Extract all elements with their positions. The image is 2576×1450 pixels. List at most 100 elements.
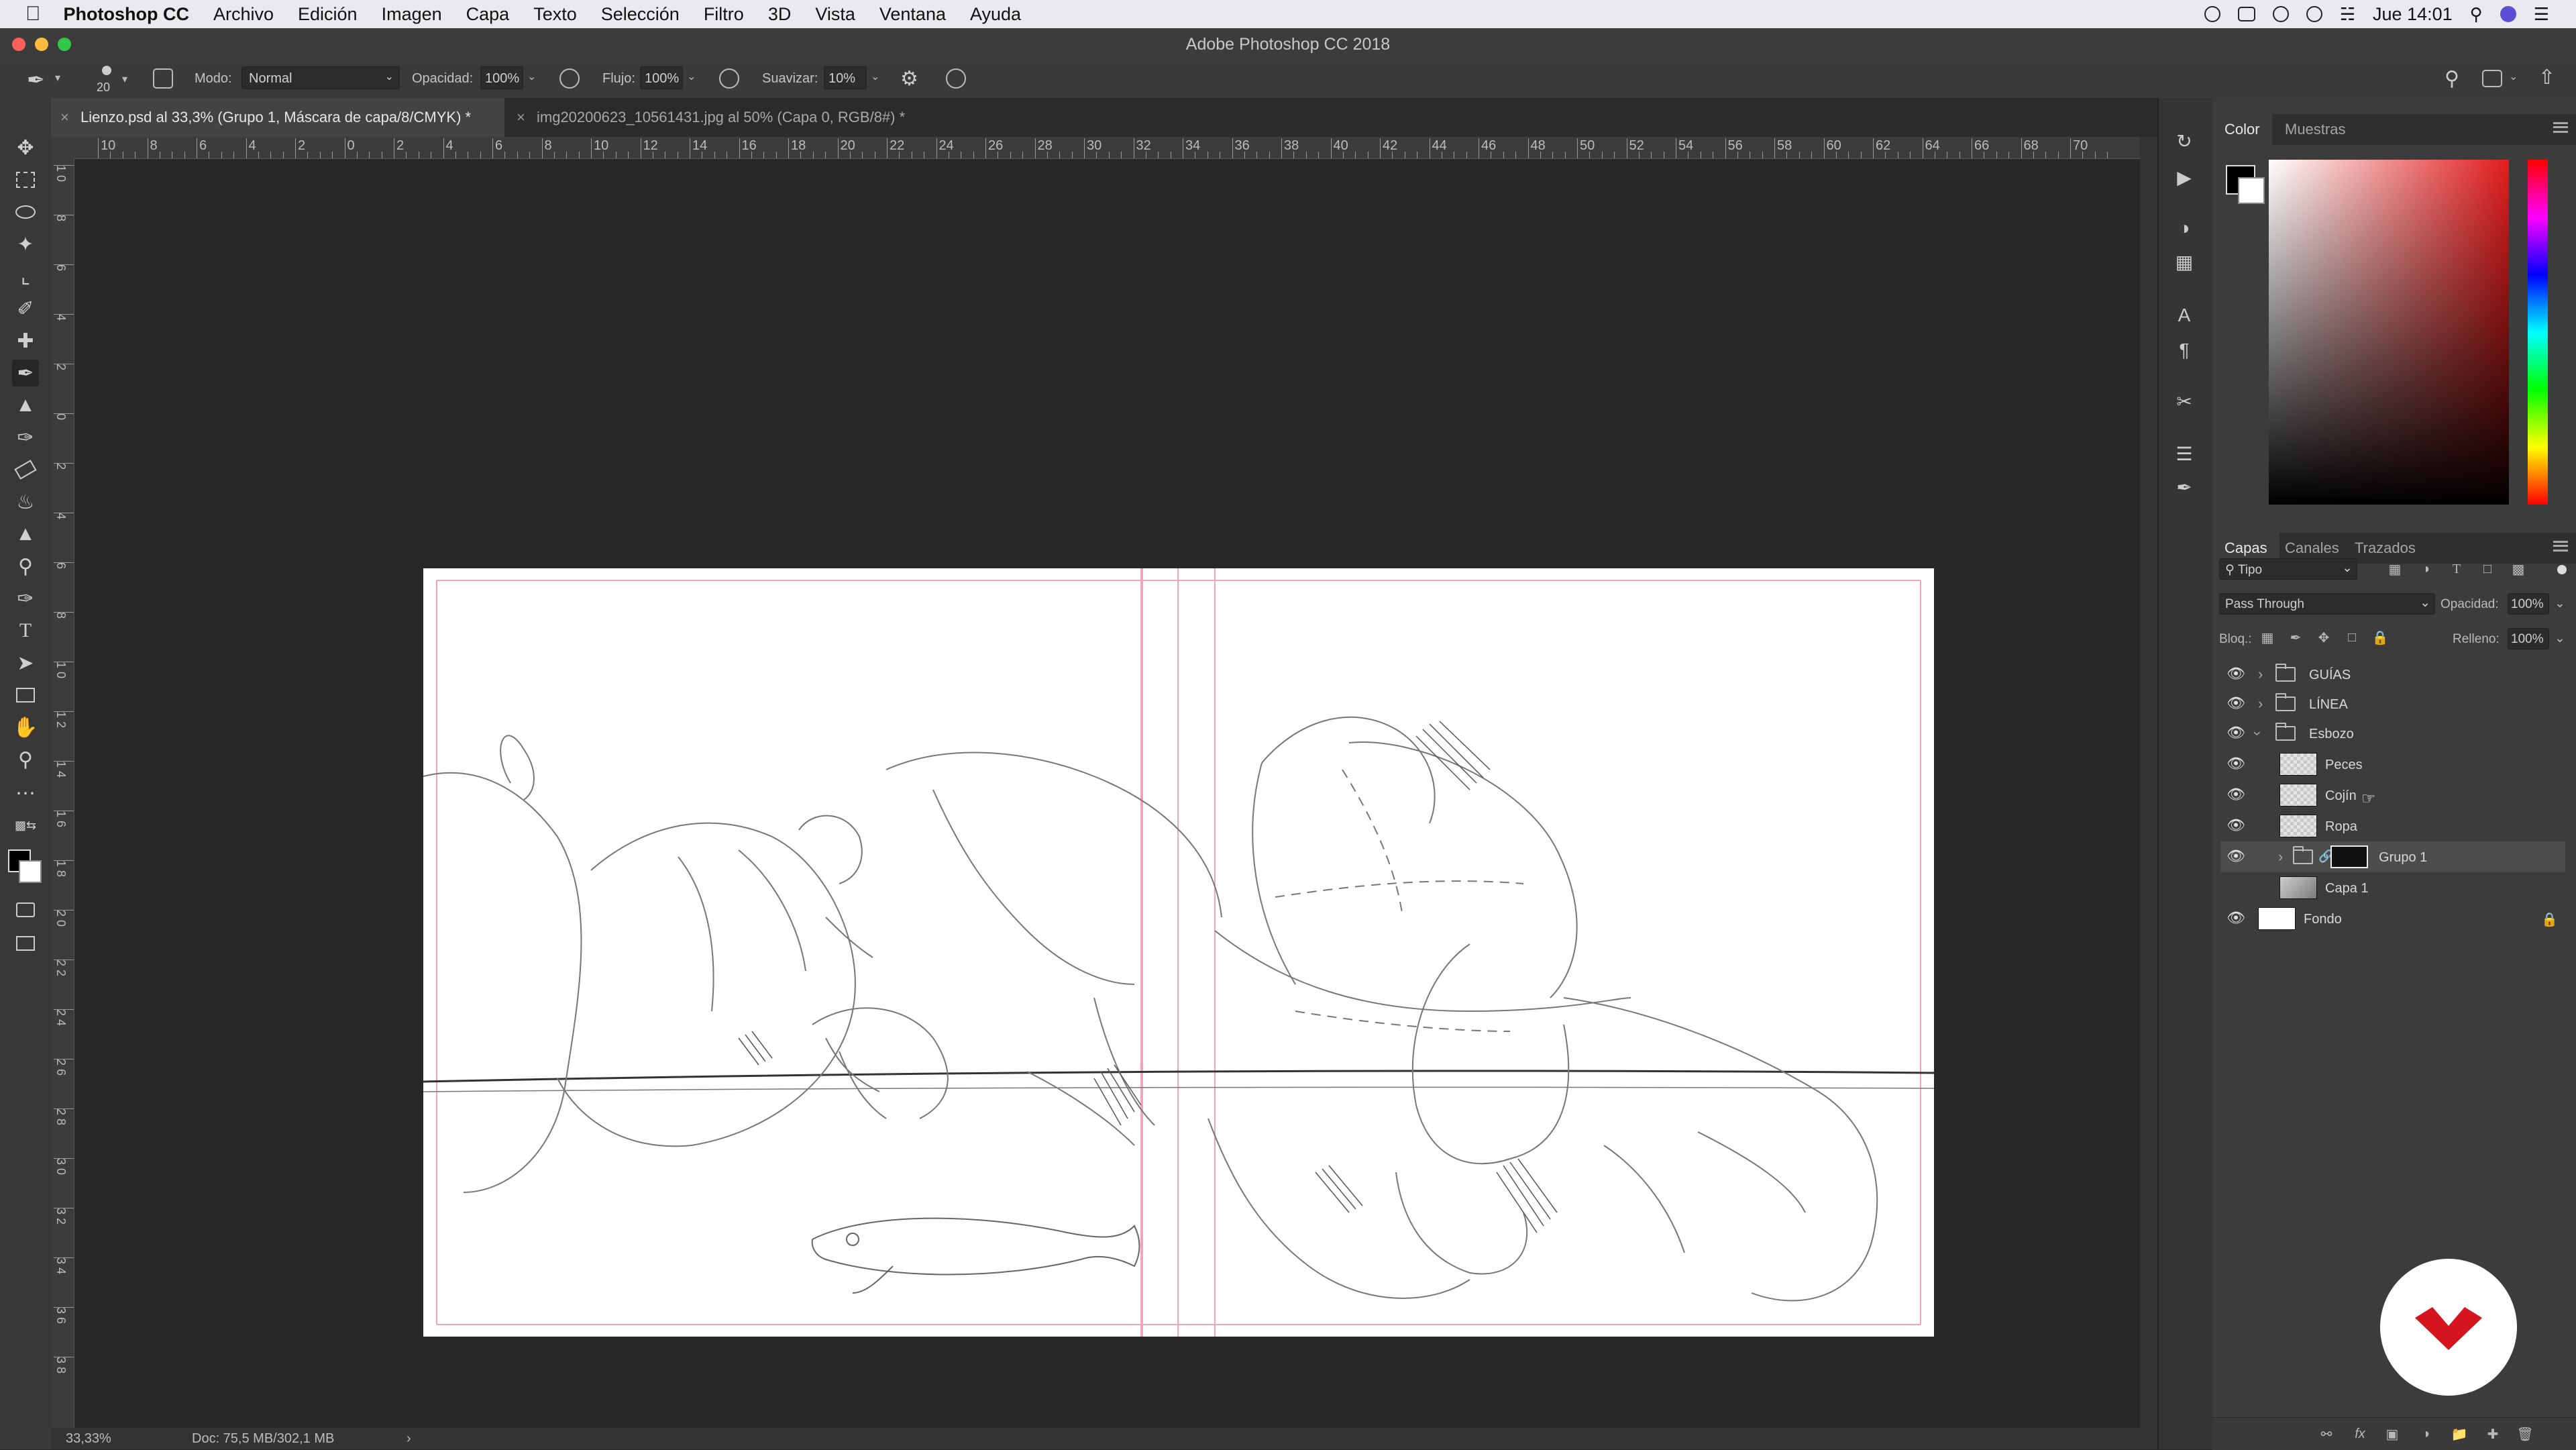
layer-row-fondo[interactable]: 👁 Fondo 🔒 — [2220, 903, 2565, 934]
brush-settings-toggle-icon[interactable] — [153, 68, 173, 89]
menu-capa[interactable]: Capa — [466, 4, 510, 25]
tab-lienzo[interactable]: × Lienzo.psd al 33,3% (Grupo 1, Máscara … — [51, 98, 504, 137]
visibility-eye-icon[interactable]: 👁 — [2226, 755, 2245, 772]
horizontal-ruler[interactable]: 10 8 6 4 2 0 2 4 6 8 10 12 14 16 18 20 22 24 26 28 30 32 34 36 3… — [74, 137, 2140, 159]
properties-icon[interactable]: ▦ — [2172, 250, 2196, 274]
expand-chevron-icon[interactable]: › — [2278, 848, 2283, 866]
layer-row-grupo-1[interactable]: 👁 › 🔗 Grupo 1 — [2220, 841, 2565, 872]
link-layers-icon[interactable]: ⚯ — [2318, 1426, 2334, 1442]
blur-tool-icon[interactable]: ▲ — [12, 521, 39, 548]
close-tab-icon[interactable]: × — [60, 98, 69, 137]
lasso-tool-icon[interactable] — [12, 199, 39, 225]
visibility-eye-icon[interactable]: 👁 — [2226, 786, 2245, 802]
pressure-size-icon[interactable] — [946, 68, 966, 89]
history-brush-tool-icon[interactable]: ✑ — [12, 424, 39, 451]
visibility-eye-icon[interactable]: 👁 — [2226, 847, 2245, 864]
adjustments-icon[interactable]: ◑ — [2172, 216, 2196, 240]
lock-transparency-icon[interactable]: ▦ — [2259, 629, 2275, 645]
flow-slider-chevron-icon[interactable]: ⌄ — [687, 70, 696, 83]
flow-input[interactable]: 100% — [640, 66, 683, 89]
share-icon[interactable]: ⇧ — [2538, 66, 2555, 89]
eraser-tool-icon[interactable] — [12, 456, 39, 483]
layer-row-esbozo[interactable]: 👁 › Esbozo — [2220, 718, 2565, 749]
background-color-swatch[interactable] — [19, 860, 42, 883]
brush-tool-icon[interactable]: ✒ — [12, 360, 39, 386]
path-selection-tool-icon[interactable]: ➤ — [12, 650, 39, 676]
smoothing-options-gear-icon[interactable]: ⚙ — [900, 67, 918, 91]
type-tool-icon[interactable]: T — [12, 617, 39, 644]
wifi-icon[interactable]: ☵ — [2340, 4, 2355, 25]
actions-play-icon[interactable]: ▶ — [2172, 165, 2196, 189]
close-window-button[interactable] — [12, 38, 25, 51]
tool-preset-chevron-icon[interactable]: ▾ — [55, 71, 60, 85]
fill-chevron-icon[interactable]: ⌄ — [2555, 631, 2565, 646]
new-group-icon[interactable]: 📁 — [2451, 1426, 2468, 1442]
search-icon[interactable]: ⚲ — [2445, 67, 2459, 91]
layer-style-fx-icon[interactable]: fx — [2352, 1426, 2368, 1442]
filter-shape-icon[interactable]: □ — [2479, 561, 2496, 577]
paint-bucket-tool-icon[interactable]: ♨ — [12, 488, 39, 515]
tab-img20200623[interactable]: × img20200623_10561431.jpg al 50% (Capa … — [507, 98, 990, 137]
zoom-tool-icon[interactable]: ⚲ — [12, 746, 39, 773]
creative-cloud-icon[interactable] — [2272, 6, 2289, 22]
zoom-level[interactable]: 33,33% — [66, 1431, 111, 1447]
menu-3d[interactable]: 3D — [768, 4, 792, 25]
history-icon[interactable]: ↻ — [2172, 129, 2196, 153]
bluetooth-icon[interactable] — [2306, 6, 2322, 22]
filter-smart-object-icon[interactable]: ▩ — [2510, 561, 2526, 577]
filter-pixel-icon[interactable]: ▦ — [2387, 561, 2403, 577]
doc-size[interactable]: Doc: 75,5 MB/302,1 MB — [192, 1431, 334, 1447]
apple-menu-icon[interactable]:  — [25, 3, 41, 25]
spotlight-search-icon[interactable]: ⚲ — [2470, 4, 2483, 25]
brush-tool-icon[interactable]: ✒ — [27, 67, 45, 93]
menubar-clock[interactable]: Jue 14:01 — [2373, 4, 2453, 25]
menu-vista[interactable]: Vista — [815, 4, 855, 25]
delete-layer-icon[interactable]: 🗑 — [2516, 1426, 2533, 1442]
clone-stamp-tool-icon[interactable]: ▲ — [12, 392, 39, 419]
lock-all-icon[interactable]: 🔒 — [2372, 629, 2389, 645]
visibility-eye-icon[interactable]: 👁 — [2226, 694, 2245, 711]
marquee-tool-icon[interactable] — [12, 166, 39, 193]
paragraph-icon[interactable]: ¶ — [2172, 338, 2196, 362]
menu-edicion[interactable]: Edición — [298, 4, 358, 25]
opacity-slider-chevron-icon[interactable]: ⌄ — [527, 70, 536, 83]
document-canvas[interactable] — [423, 568, 1935, 1337]
layer-filter-select[interactable]: ⚲ Tipo ⌄ — [2219, 558, 2357, 580]
layers-panel-menu-icon[interactable] — [2553, 541, 2568, 552]
healing-brush-tool-icon[interactable]: ✚ — [12, 327, 39, 354]
color-panel-background-swatch[interactable] — [2238, 177, 2265, 204]
menu-ayuda[interactable]: Ayuda — [970, 4, 1021, 25]
layer-row-cojin[interactable]: 👁 Cojín ☞ — [2220, 780, 2565, 811]
smoothing-input[interactable]: 10% — [824, 66, 867, 89]
visibility-eye-icon[interactable]: 👁 — [2226, 909, 2245, 926]
filter-type-icon[interactable]: T — [2449, 561, 2465, 577]
lock-pixels-icon[interactable]: ✒ — [2288, 629, 2304, 645]
mode-select[interactable]: Normal ⌄ — [241, 66, 400, 89]
expand-chevron-icon[interactable]: › — [2258, 666, 2263, 683]
screen-share-icon[interactable] — [2237, 7, 2255, 21]
notification-center-icon[interactable]: ☰ — [2534, 4, 2549, 25]
rectangle-tool-icon[interactable] — [12, 682, 39, 709]
visibility-toggle-empty[interactable]: □ — [2227, 880, 2245, 894]
lock-position-icon[interactable]: ✥ — [2316, 629, 2332, 645]
menu-filtro[interactable]: Filtro — [704, 4, 744, 25]
workspace-icon[interactable] — [2482, 70, 2502, 87]
workspace-chevron-icon[interactable]: ⌄ — [2509, 70, 2518, 83]
hue-slider[interactable] — [2528, 160, 2548, 505]
layer-row-guias[interactable]: 👁 › GUÍAS — [2220, 659, 2565, 690]
more-tools-icon[interactable]: ⋯ — [12, 780, 39, 807]
pressure-opacity-icon[interactable] — [559, 68, 580, 89]
smoothing-slider-chevron-icon[interactable]: ⌄ — [871, 70, 879, 83]
canvas-workspace[interactable] — [74, 159, 2140, 1428]
screen-mode-icon[interactable] — [12, 930, 39, 957]
expand-chevron-icon[interactable]: › — [2258, 695, 2263, 713]
pen-tool-icon[interactable]: ✑ — [12, 585, 39, 612]
minimize-window-button[interactable] — [35, 38, 48, 51]
layer-opacity-input[interactable]: 100% — [2508, 593, 2549, 615]
quick-mask-icon[interactable] — [12, 896, 39, 923]
menu-seleccion[interactable]: Selección — [601, 4, 680, 25]
filter-adjustment-icon[interactable]: ◑ — [2418, 561, 2434, 577]
tool-presets-icon[interactable]: ✂ — [2172, 389, 2196, 413]
crop-tool-icon[interactable]: ⌞ — [12, 263, 39, 290]
lock-artboard-icon[interactable]: □ — [2344, 629, 2360, 645]
